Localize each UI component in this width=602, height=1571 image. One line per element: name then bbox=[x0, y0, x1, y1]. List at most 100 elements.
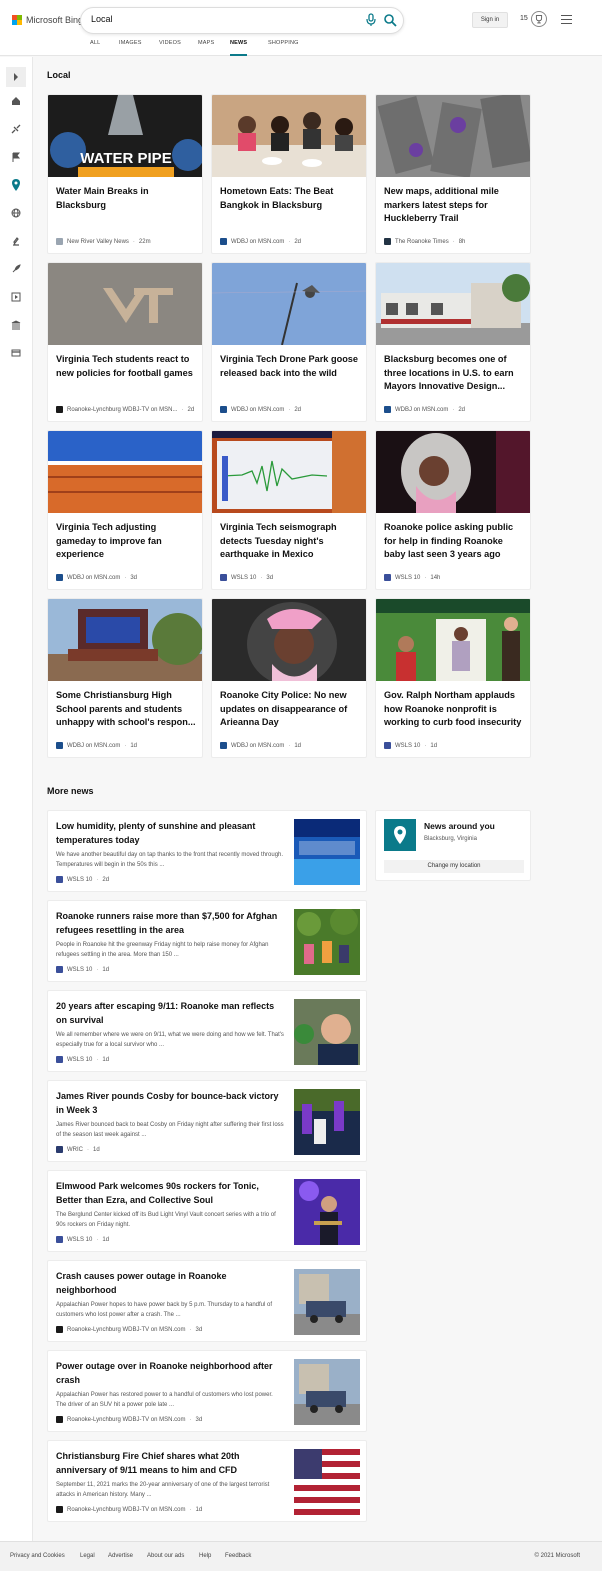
source-logo-icon bbox=[56, 1056, 63, 1063]
restaurant-diners-image bbox=[212, 95, 366, 177]
more-news-title: More news bbox=[47, 786, 94, 796]
source-logo-icon bbox=[56, 1236, 63, 1243]
footer-link-advertise[interactable]: Advertise bbox=[108, 1553, 133, 1559]
news-card[interactable]: Roanoke City Police: No new updates on d… bbox=[211, 598, 367, 758]
hamburger-menu-icon[interactable] bbox=[561, 15, 572, 25]
globe-icon[interactable] bbox=[10, 207, 22, 219]
news-card[interactable]: Virginia Tech students react to new poli… bbox=[47, 262, 203, 422]
news-title: James River pounds Cosby for bounce-back… bbox=[56, 1091, 279, 1115]
news-title: Christiansburg Fire Chief shares what 20… bbox=[56, 1451, 240, 1475]
news-list-item[interactable]: Christiansburg Fire Chief shares what 20… bbox=[47, 1440, 367, 1522]
news-card[interactable]: WATER PIPE Water Main Breaks in Blacksbu… bbox=[47, 94, 203, 254]
rewards-trophy-icon[interactable] bbox=[531, 11, 547, 27]
footer-link-legal[interactable]: Legal bbox=[80, 1553, 95, 1559]
news-card[interactable]: Blacksburg becomes one of three location… bbox=[375, 262, 531, 422]
tab-maps[interactable]: MAPS bbox=[198, 40, 214, 56]
news-card[interactable]: Virginia Tech seismograph detects Tuesda… bbox=[211, 430, 367, 590]
location-icon[interactable] bbox=[10, 179, 22, 191]
expand-icon[interactable] bbox=[6, 67, 26, 87]
news-list-item[interactable]: Power outage over in Roanoke neighborhoo… bbox=[47, 1350, 367, 1432]
card-title: Roanoke police asking public for help in… bbox=[384, 522, 514, 560]
sign-in-button[interactable]: Sign in bbox=[472, 12, 508, 28]
card-source: WDBJ on MSN.com · 3d bbox=[56, 574, 202, 581]
brand-name: Microsoft Bing bbox=[26, 15, 84, 25]
news-source: WRIC · 1d bbox=[56, 1146, 284, 1153]
mile-markers-image bbox=[376, 95, 530, 177]
card-source: WDBJ on MSN.com · 1d bbox=[220, 742, 366, 749]
card-title: Roanoke City Police: No new updates on d… bbox=[220, 690, 348, 728]
bing-logo[interactable]: Microsoft Bing bbox=[12, 15, 83, 25]
search-box bbox=[80, 7, 404, 34]
source-logo-icon bbox=[56, 1506, 63, 1513]
baby-photo-image bbox=[376, 431, 530, 513]
source-logo-icon bbox=[220, 406, 227, 413]
news-list-item[interactable]: Roanoke runners raise more than $7,500 f… bbox=[47, 900, 367, 982]
current-location: Blacksburg, Virginia bbox=[424, 836, 477, 842]
search-input[interactable] bbox=[91, 14, 351, 24]
flag-icon[interactable] bbox=[10, 151, 22, 163]
microphone-icon[interactable] bbox=[365, 13, 377, 27]
card-source: The Roanoke Times · 8h bbox=[384, 238, 530, 245]
money-icon[interactable] bbox=[10, 347, 22, 359]
source-logo-icon bbox=[220, 238, 227, 245]
school-sign-image bbox=[48, 599, 202, 681]
tab-shopping[interactable]: SHOPPING bbox=[268, 40, 299, 56]
card-source: WDBJ on MSN.com · 2d bbox=[220, 406, 366, 413]
news-around-title: News around you bbox=[424, 821, 495, 831]
news-card[interactable]: New maps, additional mile markers latest… bbox=[375, 94, 531, 254]
source-logo-icon bbox=[56, 742, 63, 749]
home-icon[interactable] bbox=[10, 95, 22, 107]
card-title: Virginia Tech students react to new poli… bbox=[56, 354, 193, 378]
card-title: Virginia Tech adjusting gameday to impro… bbox=[56, 522, 162, 560]
footer-link-help[interactable]: Help bbox=[199, 1553, 211, 1559]
change-location-button[interactable]: Change my location bbox=[384, 860, 524, 873]
card-source: WSLS 10 · 1d bbox=[384, 742, 530, 749]
rewards-count[interactable]: 15 bbox=[520, 15, 528, 22]
news-list-item[interactable]: 20 years after escaping 9/11: Roanoke ma… bbox=[47, 990, 367, 1072]
tab-news[interactable]: NEWS bbox=[230, 40, 248, 56]
card-source: WSLS 10 · 3d bbox=[220, 574, 366, 581]
news-card[interactable]: Virginia Tech Drone Park goose released … bbox=[211, 262, 367, 422]
footer-link-privacy[interactable]: Privacy and Cookies bbox=[10, 1553, 65, 1559]
search-icon[interactable] bbox=[383, 13, 397, 27]
arieanna-day-image bbox=[212, 599, 366, 681]
source-logo-icon bbox=[56, 238, 63, 245]
card-title: Water Main Breaks in Blacksburg bbox=[56, 186, 149, 210]
politics-icon[interactable] bbox=[10, 319, 22, 331]
news-card[interactable]: Roanoke police asking public for help in… bbox=[375, 430, 531, 590]
source-logo-icon bbox=[56, 1146, 63, 1153]
card-source: Roanoke-Lynchburg WDBJ-TV on MSN... · 2d bbox=[56, 406, 202, 413]
rocket-icon[interactable] bbox=[10, 263, 22, 275]
news-list-item[interactable]: Elmwood Park welcomes 90s rockers for To… bbox=[47, 1170, 367, 1252]
tab-images[interactable]: IMAGES bbox=[119, 40, 142, 56]
american-flag-image bbox=[294, 1449, 360, 1515]
news-card[interactable]: Gov. Ralph Northam applauds how Roanoke … bbox=[375, 598, 531, 758]
news-list-item[interactable]: James River pounds Cosby for bounce-back… bbox=[47, 1080, 367, 1162]
header: Microsoft Bing Sign in 15 ALL IMAGES VID… bbox=[0, 0, 602, 56]
news-snippet: We have another beautiful day on tap tha… bbox=[56, 852, 284, 868]
tech-icon[interactable] bbox=[10, 123, 22, 135]
card-source: WSLS 10 · 14h bbox=[384, 574, 530, 581]
news-snippet: Appalachian Power hopes to have power ba… bbox=[56, 1302, 273, 1318]
science-icon[interactable] bbox=[10, 235, 22, 247]
news-card[interactable]: Virginia Tech adjusting gameday to impro… bbox=[47, 430, 203, 590]
news-card[interactable]: Some Christiansburg High School parents … bbox=[47, 598, 203, 758]
news-title: Power outage over in Roanoke neighborhoo… bbox=[56, 1361, 273, 1385]
footer-link-about-ads[interactable]: About our ads bbox=[147, 1553, 184, 1559]
news-list-item[interactable]: Crash causes power outage in Roanoke nei… bbox=[47, 1260, 367, 1342]
news-list-item[interactable]: Low humidity, plenty of sunshine and ple… bbox=[47, 810, 367, 892]
location-pin-icon bbox=[384, 819, 416, 851]
card-title: Hometown Eats: The Beat Bangkok in Black… bbox=[220, 186, 334, 210]
card-title: Virginia Tech seismograph detects Tuesda… bbox=[220, 522, 337, 560]
news-source: WSLS 10 · 1d bbox=[56, 1236, 284, 1243]
news-card[interactable]: Hometown Eats: The Beat Bangkok in Black… bbox=[211, 94, 367, 254]
news-around-you-panel: News around you Blacksburg, Virginia Cha… bbox=[375, 810, 531, 881]
news-title: Elmwood Park welcomes 90s rockers for To… bbox=[56, 1181, 259, 1205]
northam-market-image bbox=[376, 599, 530, 681]
tab-all[interactable]: ALL bbox=[90, 40, 100, 56]
tab-videos[interactable]: VIDEOS bbox=[159, 40, 181, 56]
footer-link-feedback[interactable]: Feedback bbox=[225, 1553, 251, 1559]
video-icon[interactable] bbox=[10, 291, 22, 303]
card-title: Blacksburg becomes one of three location… bbox=[384, 354, 514, 392]
news-title: Low humidity, plenty of sunshine and ple… bbox=[56, 821, 256, 845]
